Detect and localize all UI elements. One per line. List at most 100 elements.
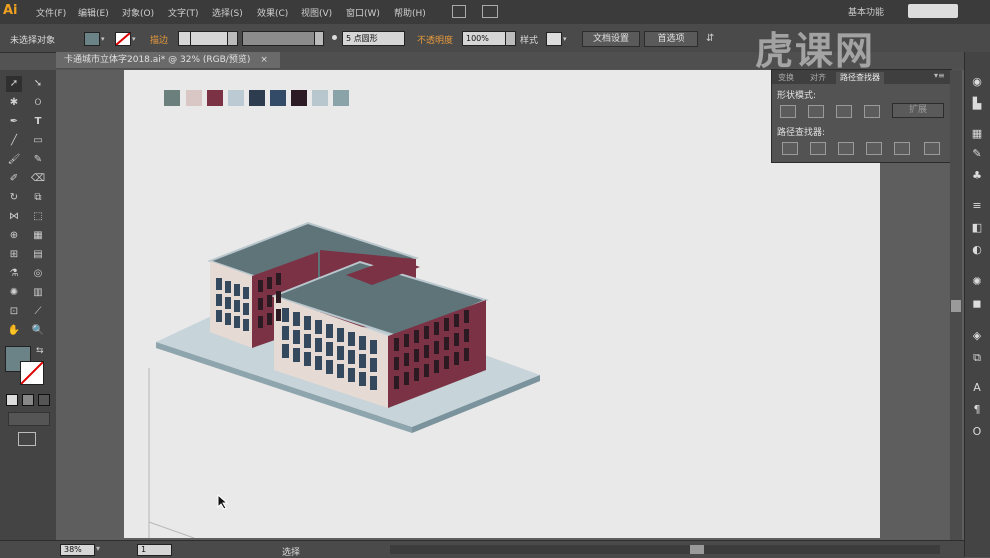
- close-icon[interactable]: ×: [260, 55, 268, 65]
- menu-object[interactable]: 对象(O): [122, 6, 154, 19]
- stroke-weight-dropdown[interactable]: [227, 31, 238, 46]
- none-mode-icon[interactable]: [38, 394, 50, 406]
- chevron-down-icon[interactable]: ▾: [101, 35, 105, 43]
- chevron-down-icon[interactable]: ▾: [132, 35, 136, 43]
- search-input[interactable]: [908, 4, 958, 18]
- brushes-icon[interactable]: ✎: [969, 146, 985, 162]
- unite-icon[interactable]: [780, 105, 796, 118]
- magic-wand-tool-icon[interactable]: ✱: [6, 95, 22, 111]
- vertical-scrollbar-thumb[interactable]: [951, 300, 961, 312]
- swatches-icon[interactable]: ▦: [969, 126, 985, 142]
- crop-icon[interactable]: [866, 142, 882, 155]
- menu-file[interactable]: 文件(F): [36, 6, 66, 19]
- minus-back-icon[interactable]: [924, 142, 940, 155]
- type-tool-icon[interactable]: T: [30, 114, 46, 130]
- profile-dropdown[interactable]: [314, 31, 324, 46]
- stroke-color-swatch[interactable]: [115, 32, 131, 46]
- artboard-tool-icon[interactable]: ⊡: [6, 304, 22, 320]
- graphic-styles-icon[interactable]: ◼: [969, 296, 985, 312]
- horizontal-scrollbar-thumb[interactable]: [690, 545, 704, 554]
- isometric-building-artwork[interactable]: [124, 70, 880, 538]
- color-mode-icon[interactable]: [6, 394, 18, 406]
- arrange-icon[interactable]: ⇵: [706, 33, 714, 44]
- color-panel-icon[interactable]: ◉: [969, 74, 985, 90]
- intersect-icon[interactable]: [836, 105, 852, 118]
- width-tool-icon[interactable]: ⋈: [6, 209, 22, 225]
- menu-effect[interactable]: 效果(C): [257, 6, 288, 19]
- document-setup-button[interactable]: 文档设置: [582, 31, 640, 47]
- gradient-tool-icon[interactable]: ▤: [30, 247, 46, 263]
- variable-width-profile[interactable]: [242, 31, 317, 46]
- pencil-tool-icon[interactable]: ✎: [30, 152, 46, 168]
- stroke-panel-icon[interactable]: ≡: [969, 198, 985, 214]
- symbol-sprayer-tool-icon[interactable]: ✺: [6, 285, 22, 301]
- stroke-weight-field[interactable]: [190, 31, 228, 46]
- opacity-field[interactable]: 100%: [462, 31, 507, 46]
- menu-view[interactable]: 视图(V): [301, 6, 332, 19]
- workspace-switcher[interactable]: 基本功能: [848, 5, 884, 18]
- hand-tool-icon[interactable]: ✋: [6, 323, 22, 339]
- symbols-icon[interactable]: ♣: [969, 168, 985, 184]
- scale-tool-icon[interactable]: ⧉: [30, 190, 46, 206]
- slice-tool-icon[interactable]: ⟋: [30, 304, 46, 320]
- drawing-modes-icon[interactable]: [8, 412, 50, 426]
- blend-tool-icon[interactable]: ◎: [30, 266, 46, 282]
- direct-selection-tool-icon[interactable]: ➘: [30, 76, 46, 92]
- eyedropper-tool-icon[interactable]: ⚗: [6, 266, 22, 282]
- fill-color-swatch[interactable]: [84, 32, 100, 46]
- gradient-panel-icon[interactable]: ◧: [969, 220, 985, 236]
- menu-edit[interactable]: 编辑(E): [78, 6, 109, 19]
- trim-icon[interactable]: [810, 142, 826, 155]
- line-tool-icon[interactable]: ╱: [6, 133, 22, 149]
- artboards-icon[interactable]: ⧉: [969, 350, 985, 366]
- brush-definition[interactable]: 5 点圆形: [342, 31, 405, 46]
- graph-tool-icon[interactable]: ▥: [30, 285, 46, 301]
- eraser-tool-icon[interactable]: ⌫: [30, 171, 46, 187]
- zoom-field[interactable]: 38%: [60, 544, 95, 556]
- swap-fill-stroke-icon[interactable]: ⇆: [36, 346, 44, 356]
- transparency-icon[interactable]: ◐: [969, 242, 985, 258]
- character-icon[interactable]: A: [969, 380, 985, 396]
- chevron-down-icon[interactable]: ▾: [96, 544, 100, 553]
- paintbrush-tool-icon[interactable]: 🖌: [6, 152, 22, 168]
- menu-select[interactable]: 选择(S): [212, 6, 243, 19]
- screen-mode-icon[interactable]: [18, 432, 36, 446]
- perspective-grid-tool-icon[interactable]: ▦: [30, 228, 46, 244]
- document-tab[interactable]: 卡通城市立体字2018.ai* @ 32% (RGB/预览) ×: [56, 52, 280, 68]
- rectangle-tool-icon[interactable]: ▭: [30, 133, 46, 149]
- pen-tool-icon[interactable]: ✒: [6, 114, 22, 130]
- exclude-icon[interactable]: [864, 105, 880, 118]
- arrange-documents-icon[interactable]: [482, 5, 498, 18]
- panel-menu-icon[interactable]: ▾≡: [934, 71, 945, 80]
- chevron-down-icon[interactable]: ▾: [563, 35, 567, 43]
- appearance-icon[interactable]: ✺: [969, 274, 985, 290]
- rotate-tool-icon[interactable]: ↻: [6, 190, 22, 206]
- menu-help[interactable]: 帮助(H): [394, 6, 426, 19]
- lasso-tool-icon[interactable]: ଠ: [30, 95, 46, 111]
- paragraph-icon[interactable]: ¶: [969, 402, 985, 418]
- color-guide-icon[interactable]: ▙: [969, 96, 985, 112]
- opentype-icon[interactable]: O: [969, 424, 985, 440]
- outline-icon[interactable]: [894, 142, 910, 155]
- expand-button[interactable]: 扩展: [892, 103, 944, 118]
- artboard-navigation-field[interactable]: 1: [137, 544, 172, 556]
- stroke-label[interactable]: 描边: [150, 33, 168, 46]
- menu-window[interactable]: 窗口(W): [346, 6, 380, 19]
- mesh-tool-icon[interactable]: ⊞: [6, 247, 22, 263]
- opacity-label[interactable]: 不透明度: [417, 33, 453, 46]
- shape-builder-tool-icon[interactable]: ⊕: [6, 228, 22, 244]
- horizontal-scrollbar[interactable]: [390, 545, 940, 554]
- minus-front-icon[interactable]: [808, 105, 824, 118]
- preferences-button[interactable]: 首选项: [644, 31, 698, 47]
- free-transform-tool-icon[interactable]: ⬚: [30, 209, 46, 225]
- stroke-indicator[interactable]: [20, 361, 44, 385]
- graphic-style-swatch[interactable]: [546, 32, 562, 46]
- selection-tool-icon[interactable]: ➚: [6, 76, 22, 92]
- menu-type[interactable]: 文字(T): [168, 6, 199, 19]
- layers-icon[interactable]: ◈: [969, 328, 985, 344]
- blob-brush-tool-icon[interactable]: ✐: [6, 171, 22, 187]
- opacity-dropdown[interactable]: [505, 31, 516, 46]
- merge-icon[interactable]: [838, 142, 854, 155]
- divide-icon[interactable]: [782, 142, 798, 155]
- zoom-tool-icon[interactable]: 🔍: [30, 323, 46, 339]
